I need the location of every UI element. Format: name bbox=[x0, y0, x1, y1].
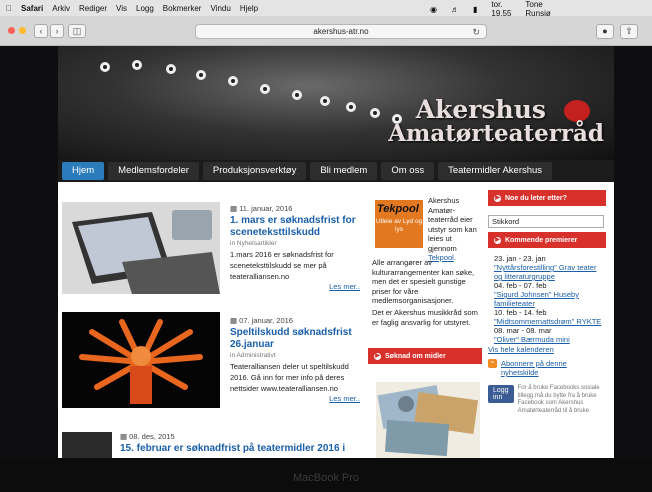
event-link[interactable]: "Midtsommernattsdrøm" RYKTE bbox=[494, 317, 606, 326]
menu-vis[interactable]: Vis bbox=[116, 4, 127, 13]
close-window-button[interactable] bbox=[8, 27, 15, 34]
arrow-right-icon: ▶ bbox=[494, 194, 501, 202]
money-banknotes-image[interactable] bbox=[376, 382, 480, 458]
subscribe-link[interactable]: Abonnere på denne nyhetskilde bbox=[501, 359, 606, 377]
rss-subscribe: ≈ Abonnere på denne nyhetskilde bbox=[488, 359, 606, 377]
post-3: ▦ 08. des, 2015 15. februar er søknadfri… bbox=[120, 432, 360, 455]
nav-bli-medlem[interactable]: Bli medlem bbox=[310, 162, 378, 180]
tekpool-paragraph-2: Det er Akershus musikkråd som er faglig … bbox=[372, 308, 478, 327]
menu-bokmerker[interactable]: Bokmerker bbox=[163, 4, 202, 13]
event-dates: 04. feb - 07. feb bbox=[494, 281, 547, 290]
site-title[interactable]: Akershus Amatørteaterråd bbox=[388, 95, 604, 147]
apply-funding-button[interactable]: ▶ Søknad om midler bbox=[368, 348, 482, 364]
arrow-right-icon: ▶ bbox=[374, 352, 381, 360]
post-1: ▦ 11. januar, 2016 1. mars er søknadsfri… bbox=[230, 204, 360, 291]
apple-menu-icon[interactable]:  bbox=[6, 4, 12, 13]
read-more-link[interactable]: Les mer.. bbox=[230, 394, 360, 403]
event-dates: 23. jan - 23. jan bbox=[494, 254, 546, 263]
menu-vindu[interactable]: Vindu bbox=[210, 4, 230, 13]
post-thumbnail-performer[interactable] bbox=[62, 312, 220, 408]
menu-safari[interactable]: Safari bbox=[21, 4, 43, 13]
event-link[interactable]: "Sigurd Johnsen" Huseby familieteater bbox=[494, 290, 606, 308]
sidebar-icon: ◫ bbox=[72, 26, 82, 36]
back-button[interactable]: ‹ bbox=[34, 24, 48, 38]
mac-menubar:  Safari Arkiv Rediger Vis Logg Bokmerke… bbox=[0, 0, 652, 18]
post-title[interactable]: Speltilskudd søknadsfrist 26.januar bbox=[230, 327, 360, 351]
url-text: akershus-atr.no bbox=[313, 27, 369, 36]
share-button[interactable]: ⇧ bbox=[620, 24, 638, 39]
wifi-icon[interactable]: ◉ bbox=[430, 5, 437, 14]
post-category: in Nyhetsartikler bbox=[230, 240, 277, 247]
tekpool-logo[interactable]: Tekpool Utleie av Lyd og lys bbox=[375, 200, 423, 248]
calendar-link[interactable]: Vis hele kalenderen bbox=[488, 345, 606, 354]
menu-rediger[interactable]: Rediger bbox=[79, 4, 107, 13]
browser-toolbar: ‹ › ◫ akershus-atr.no ↻ ● ⇧ bbox=[0, 16, 652, 46]
login-text: For å bruke Facebooks sosiale tillegg må… bbox=[517, 385, 600, 414]
post-date: ▦ 11. januar, 2016 bbox=[230, 204, 293, 213]
login-button[interactable]: Logg inn bbox=[488, 385, 514, 403]
site-title-line1: Akershus bbox=[415, 95, 546, 124]
rss-icon[interactable]: ≈ bbox=[488, 359, 497, 368]
tekpool-paragraph-1: Alle arrangører av kulturarrangementer k… bbox=[372, 258, 475, 305]
chevron-left-icon: ‹ bbox=[39, 26, 43, 36]
premieres-heading: ▶ Kommende premierer bbox=[488, 232, 606, 248]
menu-logg[interactable]: Logg bbox=[136, 4, 154, 13]
address-bar[interactable]: akershus-atr.no ↻ bbox=[195, 24, 487, 39]
post-date: ▦ 07. januar, 2016 bbox=[230, 316, 293, 325]
sidebar-toggle-button[interactable]: ◫ bbox=[68, 24, 86, 38]
battery-icon[interactable]: ▮ bbox=[473, 5, 477, 14]
site-header: Akershus Amatørteaterråd bbox=[58, 46, 614, 160]
read-more-link[interactable]: Les mer.. bbox=[230, 282, 360, 291]
post-title[interactable]: 15. februar er søknadfrist på teatermidl… bbox=[120, 443, 360, 455]
event-link[interactable]: "Oliver" Bærmuda mini bbox=[494, 335, 606, 344]
device-brand: MacBook Pro bbox=[292, 472, 360, 484]
site-title-line2: Amatørteaterråd bbox=[388, 120, 604, 147]
main-navigation: Hjem Medlemsfordeler Produksjonsverktøy … bbox=[58, 160, 614, 182]
share-icon: ⇧ bbox=[625, 26, 633, 36]
reload-icon[interactable]: ↻ bbox=[472, 25, 480, 39]
event-dates: 10. feb - 14. feb bbox=[494, 308, 547, 317]
event-link[interactable]: "Nyttårsforestilling" Grav teater og lit… bbox=[494, 263, 606, 281]
nav-medlemsfordeler[interactable]: Medlemsfordeler bbox=[108, 162, 199, 180]
main-content: ▦ 11. januar, 2016 1. mars er søknadsfri… bbox=[58, 182, 614, 458]
downloads-button[interactable]: ● bbox=[596, 24, 614, 39]
search-heading: ▶ Noe du leter etter? bbox=[488, 190, 606, 206]
right-sidebar: ▶ Noe du leter etter? Stikkord ▶ Kommend… bbox=[488, 182, 606, 415]
event-dates: 08. mar - 08. mar bbox=[494, 326, 552, 335]
premieres-list: 23. jan - 23. jan "Nyttårsforestilling" … bbox=[488, 254, 606, 344]
post-category: in Administrativt bbox=[230, 352, 276, 359]
post-excerpt: 1.mars 2016 er søknadsfrist for scenetek… bbox=[230, 250, 334, 281]
post-excerpt: Teateralliansen deler ut speltilskudd 20… bbox=[230, 362, 349, 393]
nav-om-oss[interactable]: Om oss bbox=[381, 162, 435, 180]
volume-icon[interactable]: ♬ bbox=[451, 5, 459, 14]
download-icon: ● bbox=[602, 26, 608, 36]
nav-teatermidler[interactable]: Teatermidler Akershus bbox=[438, 162, 553, 180]
post-thumbnail-laptop[interactable] bbox=[62, 202, 220, 294]
chevron-right-icon: › bbox=[55, 26, 59, 36]
forward-button[interactable]: › bbox=[50, 24, 64, 38]
post-thumbnail-3[interactable] bbox=[62, 432, 112, 458]
search-input[interactable]: Stikkord bbox=[488, 215, 604, 228]
menu-hjelp[interactable]: Hjelp bbox=[240, 4, 258, 13]
nav-produksjonsverktoy[interactable]: Produksjonsverktøy bbox=[202, 162, 307, 180]
minimize-window-button[interactable] bbox=[19, 27, 26, 34]
post-2: ▦ 07. januar, 2016 Speltilskudd søknadsf… bbox=[230, 316, 360, 403]
web-page: Akershus Amatørteaterråd Hjem Medlemsfor… bbox=[58, 46, 614, 458]
nav-hjem[interactable]: Hjem bbox=[62, 162, 105, 180]
tekpool-intro: Akershus Amatør-teaterråd eier utstyr so… bbox=[428, 196, 477, 262]
menu-arkiv[interactable]: Arkiv bbox=[52, 4, 70, 13]
post-date: ▦ 08. des, 2015 bbox=[120, 432, 175, 441]
post-title[interactable]: 1. mars er søknadsfrist for scenetekstti… bbox=[230, 215, 360, 239]
facebook-login: Logg inn For å bruke Facebooks sosiale t… bbox=[488, 385, 606, 415]
arrow-right-icon: ▶ bbox=[494, 236, 501, 244]
